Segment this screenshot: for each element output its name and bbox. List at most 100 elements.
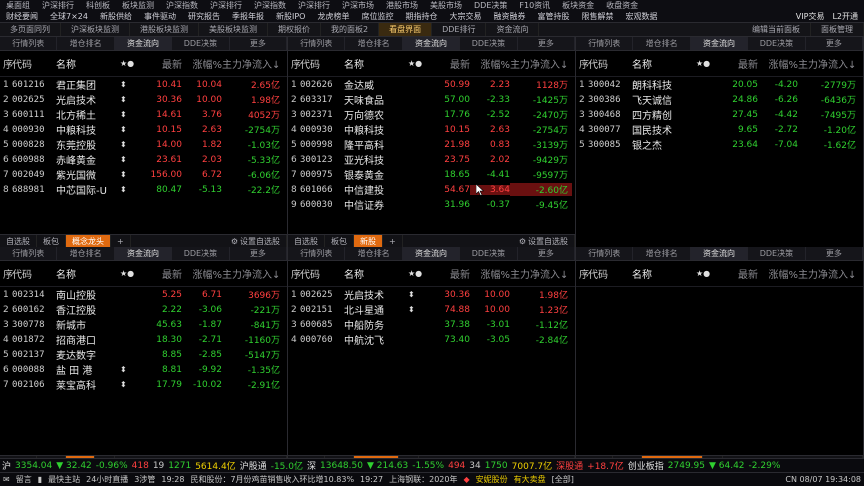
column-header-pct[interactable]: 涨幅%: [758, 266, 798, 281]
column-header-flow[interactable]: 主力净流入↓: [510, 266, 572, 281]
panel-tab[interactable]: 增仓排名: [345, 37, 403, 50]
table-row[interactable]: 5 000828 东莞控股 ⬍ 14.00 1.82 -1.03亿: [0, 137, 287, 153]
news-text-1[interactable]: 民和股份：7月份鸡苗销售收入环比增10.83%: [187, 474, 357, 485]
table-row[interactable]: 3 300468 四方精创 27.45 -4.42 -7495万: [576, 107, 863, 123]
table-row[interactable]: 3 002371 万向德农 17.76 -2.52 -2470万: [288, 107, 575, 123]
table-row[interactable]: 7 002106 莱宝高科 ⬍ 17.79 -10.02 -2.91亿: [0, 377, 287, 393]
page-tab-action[interactable]: 编辑当前面板: [742, 23, 811, 36]
column-header-flow[interactable]: 主力净流入↓: [222, 266, 284, 281]
news-text-2[interactable]: 上海钢联：2020年: [386, 474, 460, 485]
table-row[interactable]: 8 601066 中信建投 54.67 3.64 -2.60亿: [288, 182, 575, 197]
add-tab-button[interactable]: +: [383, 235, 403, 247]
column-header-code[interactable]: 代码: [588, 56, 632, 71]
top-menu-item[interactable]: 美股市场: [424, 0, 468, 11]
panel-tab[interactable]: 资金流向: [690, 37, 749, 50]
column-header-pct[interactable]: 涨幅%: [182, 266, 222, 281]
top-menu-item[interactable]: 融资融券: [487, 11, 531, 22]
alert-stock[interactable]: 安妮股份: [473, 474, 511, 485]
panel-tab[interactable]: 增仓排名: [633, 247, 691, 260]
column-header-no[interactable]: 序: [0, 266, 13, 281]
top-menu-item[interactable]: 沪深市场: [336, 0, 380, 11]
top-menu-item[interactable]: 板块资金: [556, 0, 600, 11]
table-row[interactable]: 1 300042 朗科科技 20.05 -4.20 -2779万: [576, 77, 863, 93]
panel-tab[interactable]: 更多: [806, 37, 863, 50]
status-supervise[interactable]: 3涉管: [131, 474, 158, 485]
panel-tab[interactable]: DDE决策: [748, 37, 806, 50]
column-header-flow[interactable]: 主力净流入↓: [798, 56, 860, 71]
table-row[interactable]: 3 300778 新城市 45.63 -1.87 -841万: [0, 317, 287, 333]
top-menu-item[interactable]: 新股IPO: [270, 11, 311, 22]
top-menu-item[interactable]: DDE决策: [468, 0, 513, 11]
add-tab-button[interactable]: +: [111, 235, 131, 247]
top-menu-item[interactable]: 大宗交易: [443, 11, 487, 22]
bottom-tab[interactable]: 概念龙头: [66, 235, 111, 247]
bottom-tab[interactable]: 板包: [325, 235, 354, 247]
table-row[interactable]: 2 002625 光启技术 ⬍ 30.36 10.00 1.98亿: [0, 92, 287, 108]
panel-tab[interactable]: DDE决策: [460, 247, 518, 260]
page-tab[interactable]: 港股板块监测: [130, 23, 199, 36]
column-header-no[interactable]: 序: [288, 266, 301, 281]
column-header-price[interactable]: 最新: [428, 266, 470, 281]
table-row[interactable]: 3 600685 中船防务 37.38 -3.01 -1.12亿: [288, 317, 575, 333]
message-icon[interactable]: ✉: [0, 475, 13, 484]
top-menu-item[interactable]: 事件驱动: [138, 11, 182, 22]
top-menu-item[interactable]: 期指持仓: [399, 11, 443, 22]
panel-tab[interactable]: 增仓排名: [57, 247, 115, 260]
table-row[interactable]: 6 000088 盐 田 港 ⬍ 8.81 -9.92 -1.35亿: [0, 362, 287, 378]
panel-tab[interactable]: DDE决策: [172, 247, 230, 260]
table-row[interactable]: 6 600988 赤峰黄金 ⬍ 23.61 2.03 -5.33亿: [0, 152, 287, 168]
panel-tab[interactable]: 增仓排名: [345, 247, 403, 260]
top-menu-item[interactable]: 科创板: [80, 0, 116, 11]
column-header-name[interactable]: 名称: [632, 266, 696, 281]
settings-watchlist-button[interactable]: ⚙设置自选股: [513, 235, 575, 247]
panel-tab[interactable]: 行情列表: [288, 37, 346, 50]
panel-tab[interactable]: 行情列表: [576, 37, 634, 50]
page-tab[interactable]: DDE排行: [432, 23, 487, 36]
page-tab[interactable]: 美股板块监测: [199, 23, 268, 36]
top-menu-item[interactable]: 港股市场: [380, 0, 424, 11]
table-row[interactable]: 4 300077 国民技术 9.65 -2.72 -1.20亿: [576, 122, 863, 138]
top-menu-right-item[interactable]: VIP交易: [792, 11, 829, 22]
page-tab[interactable]: 多页面同列: [0, 23, 61, 36]
panel-tab[interactable]: 增仓排名: [57, 37, 115, 50]
table-row[interactable]: 5 002137 麦达数字 8.85 -2.85 -5147万: [0, 347, 287, 363]
panel-tab[interactable]: 资金流向: [690, 247, 749, 260]
column-header-code[interactable]: 代码: [12, 56, 56, 71]
column-header-pct[interactable]: 涨幅%: [758, 56, 798, 71]
column-header-flow[interactable]: 主力净流入↓: [222, 56, 284, 71]
table-row[interactable]: 1 601216 君正集团 ⬍ 10.41 10.04 2.65亿: [0, 77, 287, 93]
column-header-mark[interactable]: ★●: [408, 59, 428, 68]
panel-tab[interactable]: DDE决策: [172, 37, 230, 50]
table-row[interactable]: 3 600111 北方稀土 ⬍ 14.61 3.76 4052万: [0, 107, 287, 123]
bottom-tab[interactable]: 新股: [354, 235, 383, 247]
column-header-name[interactable]: 名称: [344, 56, 408, 71]
column-header-mark[interactable]: ★●: [120, 59, 140, 68]
column-header-price[interactable]: 最新: [140, 266, 182, 281]
page-tab[interactable]: 我的面板2: [321, 23, 380, 36]
table-row[interactable]: 8 688981 中芯国际-U ⬍ 80.47 -5.13 -22.2亿: [0, 182, 287, 198]
top-menu-item[interactable]: 沪深排行: [204, 0, 248, 11]
column-header-code[interactable]: 代码: [588, 266, 632, 281]
top-menu-item[interactable]: 席位监控: [355, 11, 399, 22]
table-row[interactable]: 2 002151 北斗星通 ⬍ 74.88 10.00 1.23亿: [288, 302, 575, 318]
column-header-mark[interactable]: ★●: [120, 269, 140, 278]
top-menu-item[interactable]: 富管持股: [531, 11, 575, 22]
panel-tab[interactable]: 行情列表: [0, 247, 58, 260]
top-menu-item[interactable]: 桌面组: [0, 0, 36, 11]
column-header-no[interactable]: 序: [288, 56, 301, 71]
column-header-no[interactable]: 序: [576, 266, 589, 281]
column-header-flow[interactable]: 主力净流入↓: [510, 56, 572, 71]
panel-tab[interactable]: 行情列表: [0, 37, 58, 50]
column-header-price[interactable]: 最新: [716, 266, 758, 281]
top-menu-item[interactable]: 财经要闻: [0, 11, 44, 22]
page-tab[interactable]: 期权报价: [268, 23, 321, 36]
top-menu-item[interactable]: 沪深排行: [292, 0, 336, 11]
table-row[interactable]: 1 002625 光启技术 ⬍ 30.36 10.00 1.98亿: [288, 287, 575, 303]
page-tab-action[interactable]: 面板管理: [811, 23, 864, 36]
panel-tab[interactable]: DDE决策: [460, 37, 518, 50]
panel-tab[interactable]: 更多: [806, 247, 863, 260]
panel-tab[interactable]: 更多: [230, 37, 287, 50]
top-menu-item[interactable]: 研究报告: [182, 11, 226, 22]
table-row[interactable]: 9 600030 中信证券 31.96 -0.37 -9.45亿: [288, 197, 575, 213]
table-row[interactable]: 2 300386 飞天诚信 24.86 -6.26 -6436万: [576, 92, 863, 108]
